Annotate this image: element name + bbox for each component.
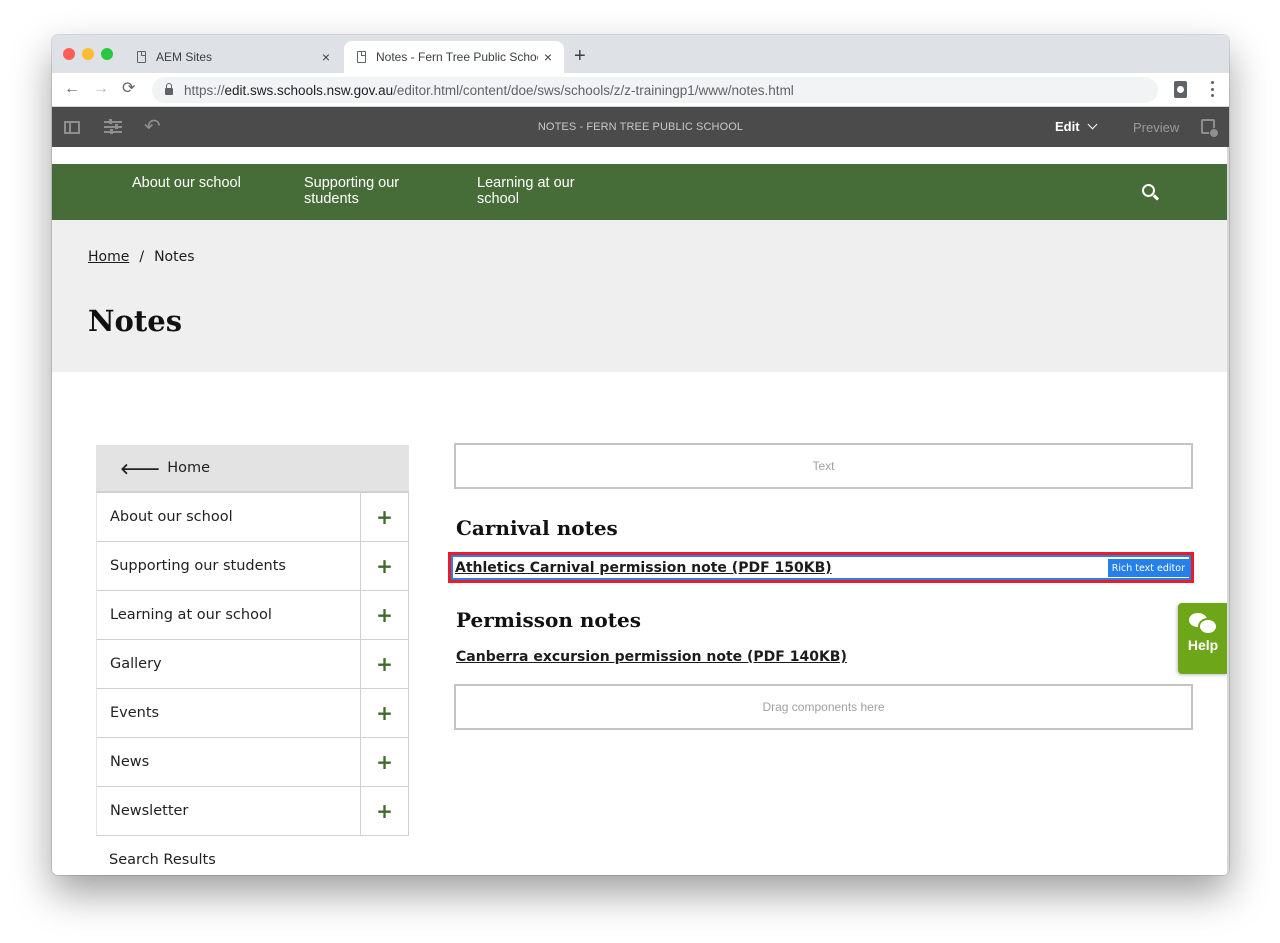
profile-badge-icon[interactable] (1174, 81, 1187, 98)
annotations-icon[interactable] (1201, 119, 1219, 138)
breadcrumb-home[interactable]: Home (88, 249, 129, 265)
browser-window: AEM Sites × Notes - Fern Tree Public Sch… (52, 35, 1229, 875)
page-title: Notes (88, 304, 183, 338)
new-tab-button[interactable]: + (574, 46, 586, 66)
editor-toolbar: ↶ NOTES - FERN TREE PUBLIC SCHOOL Edit P… (52, 107, 1229, 147)
breadcrumb-current: Notes (154, 249, 195, 265)
expand-icon[interactable]: + (360, 542, 409, 590)
browser-menu-icon[interactable] (1211, 81, 1215, 97)
maximize-window-button[interactable] (101, 48, 113, 60)
url-path: /editor.html/content/doe/sws/schools/z/z… (393, 82, 794, 98)
sidebar-item-label: Search Results (109, 852, 216, 868)
expand-icon[interactable]: + (360, 640, 409, 688)
section-heading-permission: Permisson notes (456, 608, 641, 632)
close-window-button[interactable] (63, 48, 75, 60)
tab-notes[interactable]: Notes - Fern Tree Public School × (344, 41, 564, 73)
minimize-window-button[interactable] (82, 48, 94, 60)
sidebar-home-label: Home (167, 460, 211, 476)
rich-text-editor-badge: Rich text editor (1107, 559, 1189, 577)
sidebar-item-label: News (110, 754, 150, 770)
expand-icon[interactable]: + (360, 493, 409, 541)
breadcrumb-separator: / (139, 249, 145, 265)
preview-button[interactable]: Preview (1133, 120, 1179, 135)
sidebar-item-label: Supporting our students (110, 558, 286, 574)
chevron-down-icon (1087, 119, 1098, 130)
sidebar-item-label: About our school (110, 509, 233, 525)
lock-icon (165, 83, 173, 95)
editor-page-title: NOTES - FERN TREE PUBLIC SCHOOL (537, 121, 744, 133)
nav-link-learning[interactable]: Learning at our school (477, 175, 607, 207)
breadcrumb: Home / Notes (88, 249, 195, 265)
browser-toolbar: ← → ⟳ https:// edit.sws.schools.nsw.gov.… (52, 73, 1229, 107)
sidebar-item-about[interactable]: About our school + (96, 493, 409, 542)
athletics-note-link[interactable]: Athletics Carnival permission note (PDF … (455, 560, 832, 576)
page-icon (357, 51, 366, 63)
sidebar-item-learning[interactable]: Learning at our school + (96, 591, 409, 640)
tab-title: Notes - Fern Tree Public School (376, 50, 538, 64)
chat-bubbles-icon (1189, 613, 1217, 637)
tab-strip: AEM Sites × Notes - Fern Tree Public Sch… (52, 35, 1229, 73)
nav-link-about[interactable]: About our school (132, 175, 241, 191)
address-bar[interactable]: https:// edit.sws.schools.nsw.gov.au /ed… (152, 77, 1158, 103)
forward-button[interactable]: → (93, 80, 109, 98)
expand-icon[interactable]: + (360, 787, 409, 835)
sidebar-item-search-results[interactable]: Search Results (96, 836, 409, 875)
close-tab-icon[interactable]: × (316, 49, 336, 65)
sidebar-home-link[interactable]: 🡐 Home (96, 445, 409, 493)
section-heading-carnival: Carnival notes (456, 516, 618, 540)
sidebar-nav: 🡐 Home About our school + Supporting our… (96, 445, 409, 875)
rich-text-component[interactable]: Athletics Carnival permission note (PDF … (451, 555, 1191, 580)
page-icon (137, 51, 146, 63)
site-navigation: About our school Supporting our students… (52, 164, 1228, 220)
sidebar-item-label: Events (110, 705, 160, 721)
sidebar-item-newsletter[interactable]: Newsletter + (96, 787, 409, 836)
tab-title: AEM Sites (156, 50, 213, 64)
reload-button[interactable]: ⟳ (122, 80, 135, 98)
tab-aem-sites[interactable]: AEM Sites × (124, 41, 342, 73)
back-button[interactable]: ← (64, 80, 80, 98)
expand-icon[interactable]: + (360, 689, 409, 737)
drag-components-dropzone[interactable]: Drag components here (454, 684, 1193, 730)
sidebar-item-gallery[interactable]: Gallery + (96, 640, 409, 689)
sidebar-item-label: Gallery (110, 656, 162, 672)
help-label: Help (1187, 637, 1219, 653)
close-tab-icon[interactable]: × (538, 49, 558, 65)
expand-icon[interactable]: + (360, 738, 409, 786)
sidebar-item-events[interactable]: Events + (96, 689, 409, 738)
page-scrollbar[interactable] (1227, 147, 1229, 875)
sidebar-item-label: Learning at our school (110, 607, 272, 623)
sidebar-item-label: Newsletter (110, 803, 189, 819)
mode-label: Edit (1055, 119, 1080, 134)
nav-link-supporting[interactable]: Supporting our students (304, 175, 434, 207)
sidebar-item-supporting[interactable]: Supporting our students + (96, 542, 409, 591)
arrow-left-icon: 🡐 (120, 459, 161, 478)
search-icon[interactable] (1142, 184, 1155, 197)
expand-icon[interactable]: + (360, 591, 409, 639)
mode-selector[interactable]: Edit (1055, 119, 1098, 134)
page-header: Home / Notes Notes (52, 220, 1228, 372)
canberra-note-link[interactable]: Canberra excursion permission note (PDF … (456, 649, 847, 665)
url-scheme: https:// (184, 82, 225, 98)
main-content: Text Carnival notes Athletics Carnival p… (448, 443, 1194, 730)
sidebar-item-news[interactable]: News + (96, 738, 409, 787)
url-host: edit.sws.schools.nsw.gov.au (224, 82, 394, 98)
help-button[interactable]: Help (1178, 603, 1228, 674)
selected-component-outline[interactable]: Athletics Carnival permission note (PDF … (448, 552, 1194, 583)
text-component-placeholder[interactable]: Text (454, 443, 1193, 489)
page-viewport: About our school Supporting our students… (52, 147, 1228, 875)
